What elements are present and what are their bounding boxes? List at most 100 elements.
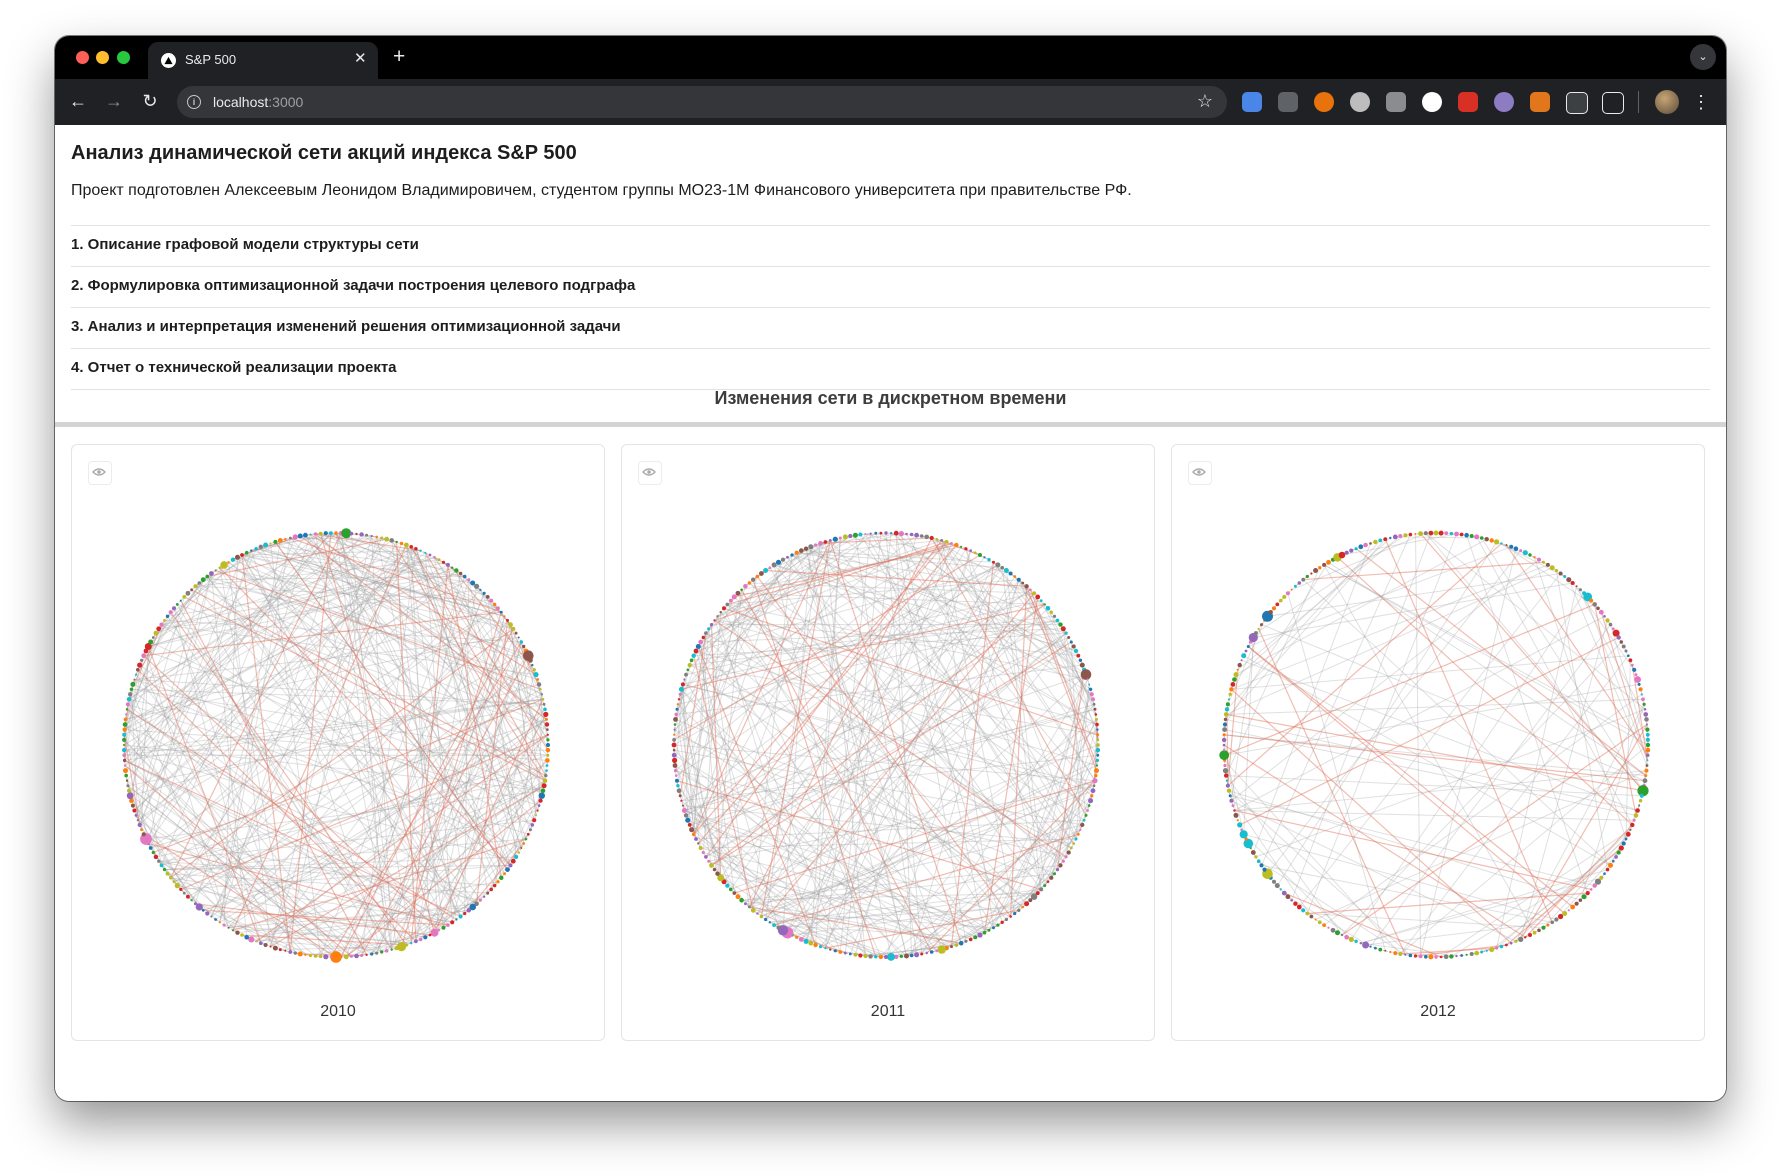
site-info-icon[interactable]: i	[187, 95, 201, 109]
network-node	[1469, 952, 1474, 956]
network-edge-highlight	[1226, 713, 1644, 792]
network-node	[1638, 804, 1641, 807]
network-node	[546, 738, 550, 742]
url-host: localhost	[213, 94, 269, 110]
reload-icon[interactable]: ↻	[137, 88, 163, 114]
network-node	[1086, 678, 1089, 681]
network-node	[680, 799, 683, 802]
download-manager-extension-icon[interactable]	[1242, 92, 1262, 112]
network-node	[1222, 727, 1227, 732]
network-node	[1418, 954, 1423, 959]
network-node	[231, 929, 235, 932]
network-node	[493, 602, 497, 607]
network-node	[1078, 658, 1083, 662]
network-node	[137, 822, 142, 827]
network-edge	[1224, 683, 1640, 756]
network-node	[1254, 855, 1258, 859]
back-arrow-icon[interactable]: ←	[65, 88, 91, 114]
network-node	[462, 574, 467, 579]
forward-arrow-icon[interactable]: →	[101, 88, 127, 114]
network-node	[1634, 673, 1638, 676]
page-title: Анализ динамической сети акций индекса S…	[71, 142, 577, 164]
network-node	[1240, 659, 1243, 662]
network-node	[1016, 577, 1021, 582]
block-extension-icon[interactable]	[1458, 92, 1478, 112]
network-node	[546, 733, 549, 736]
network-node	[973, 935, 978, 940]
close-window-button[interactable]	[76, 51, 89, 64]
reader-extension-icon[interactable]	[1566, 92, 1588, 114]
network-node	[240, 553, 244, 557]
network-node	[1053, 872, 1056, 876]
network-node	[125, 779, 129, 782]
network-node	[676, 788, 682, 793]
network-node	[1433, 530, 1439, 536]
network-node	[1317, 920, 1322, 925]
network-edge-highlight	[396, 541, 417, 942]
download-extension-icon[interactable]	[1278, 92, 1298, 112]
network-node	[1383, 537, 1388, 542]
url-text[interactable]: localhost:3000	[213, 94, 303, 110]
network-edge	[1255, 534, 1406, 634]
network-node	[884, 955, 888, 959]
network-node	[832, 536, 838, 542]
camera-extension-icon[interactable]	[1386, 92, 1406, 112]
maximize-window-button[interactable]	[117, 51, 130, 64]
extension-orange-icon[interactable]	[1314, 92, 1334, 112]
cookie-extension-icon[interactable]	[1350, 92, 1370, 112]
network-node	[735, 894, 741, 900]
network-node	[284, 538, 287, 541]
network-node	[790, 553, 794, 557]
network-node	[1296, 904, 1302, 910]
view-eye-icon[interactable]	[638, 461, 662, 485]
network-node	[541, 783, 547, 789]
network-node	[1378, 538, 1383, 543]
network-node	[1499, 944, 1504, 949]
extensions-puzzle-icon[interactable]	[1602, 92, 1624, 114]
network-node	[964, 547, 968, 551]
section-link-2[interactable]: 2. Формулировка оптимизационной задачи п…	[71, 267, 1710, 308]
network-node	[428, 933, 432, 937]
view-eye-icon[interactable]	[88, 461, 112, 485]
kebab-menu-icon[interactable]: ⋮	[1692, 90, 1710, 114]
network-node	[288, 536, 292, 540]
section-link-3[interactable]: 3. Анализ и интерпретация изменений реше…	[71, 308, 1710, 349]
network-node	[1505, 943, 1508, 947]
section-link-1[interactable]: 1. Описание графовой модели структуры се…	[71, 226, 1710, 267]
tab-search-chevron-icon[interactable]: ⌄	[1690, 44, 1716, 70]
minimize-window-button[interactable]	[96, 51, 109, 64]
network-node	[1344, 550, 1349, 555]
network-graph-2011	[671, 530, 1101, 961]
network-node	[848, 952, 852, 956]
metamask-fox-icon[interactable]	[1530, 92, 1550, 112]
edit-extension-icon[interactable]	[1422, 92, 1442, 112]
new-tab-icon[interactable]: +	[393, 45, 405, 69]
network-node	[179, 887, 183, 891]
network-node	[1222, 733, 1226, 737]
network-node	[1074, 837, 1078, 841]
network-node	[843, 951, 847, 955]
bookmark-star-icon[interactable]: ☆	[1197, 91, 1213, 112]
network-node	[1393, 951, 1398, 956]
network-node	[1358, 544, 1364, 550]
network-node	[389, 538, 395, 543]
network-node	[1087, 804, 1091, 807]
network-node	[869, 532, 872, 535]
network-node	[1091, 697, 1095, 702]
network-node	[244, 550, 249, 555]
active-tab[interactable]: S&P 500 ✕	[148, 42, 378, 79]
network-node	[684, 672, 688, 677]
network-node	[1301, 577, 1306, 582]
profile-avatar[interactable]	[1655, 90, 1679, 114]
view-eye-icon[interactable]	[1188, 461, 1212, 485]
address-bar[interactable]: i localhost:3000 ☆	[177, 86, 1227, 118]
network-node	[530, 823, 535, 827]
close-tab-icon[interactable]: ✕	[354, 50, 367, 68]
network-node	[200, 577, 206, 583]
network-node	[675, 778, 679, 783]
network-node	[1570, 581, 1575, 585]
wallet-extension-icon[interactable]	[1494, 92, 1514, 112]
network-node	[1634, 676, 1641, 683]
network-edge	[129, 795, 193, 901]
section-link-4[interactable]: 4. Отчет о технической реализации проект…	[71, 349, 1710, 390]
